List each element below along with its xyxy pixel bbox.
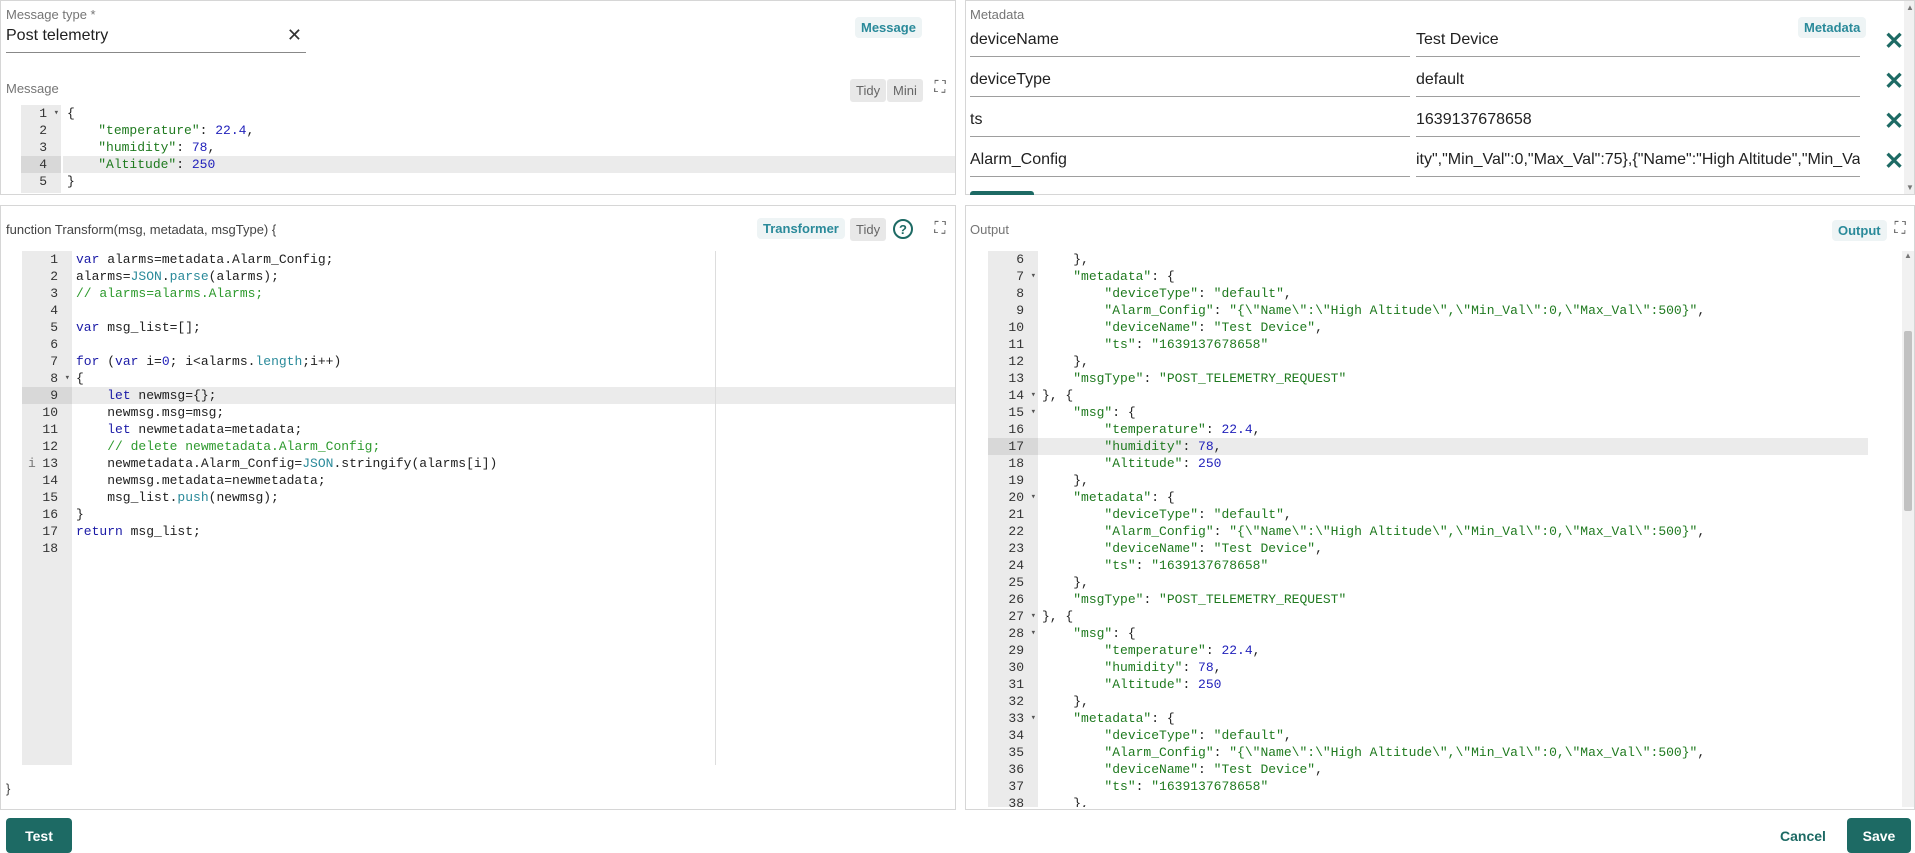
message-editor[interactable]: { "temperature": 22.4, "humidity": 78, "… (63, 105, 955, 193)
add-entry-button-edge[interactable] (970, 191, 1034, 195)
fullscreen-icon[interactable]: ⛶ (1887, 216, 1913, 242)
message-type-label: Message type * (6, 7, 96, 22)
output-chip: Output (1832, 220, 1887, 241)
transformer-editor[interactable]: var alarms=metadata.Alarm_Config; alarms… (72, 251, 955, 765)
mini-message-button[interactable]: Mini (887, 79, 923, 102)
metadata-value-field[interactable]: ity","Min_Val":0,"Max_Val":75},{"Name":"… (1416, 145, 1860, 177)
help-circle-icon[interactable]: ? (890, 216, 916, 242)
metadata-scrollbar[interactable]: ▲ ▼ (1904, 1, 1914, 194)
message-chip: Message (855, 17, 922, 38)
metadata-value-field[interactable]: Test Device (1416, 25, 1860, 57)
remove-row-close-icon[interactable]: ✕ (1884, 27, 1904, 56)
tidy-message-button[interactable]: Tidy (850, 79, 887, 102)
output-label: Output (970, 222, 1010, 237)
fullscreen-icon[interactable]: ⛶ (927, 216, 953, 242)
fullscreen-icon[interactable]: ⛶ (927, 75, 953, 101)
test-button[interactable]: Test (6, 818, 72, 853)
metadata-value-field[interactable]: 1639137678658 (1416, 105, 1860, 137)
function-header: function Transform(msg, metadata, msgTyp… (6, 222, 277, 237)
remove-row-close-icon[interactable]: ✕ (1884, 147, 1904, 176)
scrollbar-thumb[interactable] (1904, 331, 1912, 511)
metadata-key-field[interactable]: deviceName (970, 25, 1410, 57)
function-footer: } (6, 781, 11, 796)
remove-row-close-icon[interactable]: ✕ (1884, 67, 1904, 96)
metadata-key-field[interactable]: deviceType (970, 65, 1410, 97)
save-button[interactable]: Save (1847, 818, 1911, 853)
tidy-transformer-button[interactable]: Tidy (850, 218, 887, 241)
remove-row-close-icon[interactable]: ✕ (1884, 107, 1904, 136)
metadata-key-field[interactable]: Alarm_Config (970, 145, 1410, 177)
message-gutter: 1 ▾ 2345 (21, 105, 61, 193)
metadata-panel: Metadata Metadata deviceName Test Device… (965, 0, 1915, 195)
metadata-label: Metadata (970, 7, 1025, 22)
metadata-value-field[interactable]: default (1416, 65, 1860, 97)
transformer-panel: function Transform(msg, metadata, msgTyp… (0, 205, 956, 810)
close-icon[interactable]: ✕ (287, 25, 302, 46)
output-panel: Output Output ⛶ 6 7 ▾ 8 9 10 11 12 13 14 ▾ 15 ▾ 16 1… (965, 205, 1915, 810)
message-type-field[interactable]: Post telemetry ✕ (6, 23, 306, 53)
transformer-chip: Transformer (757, 218, 845, 239)
output-gutter: 6 7 ▾ 8 9 10 11 12 13 14 ▾ 15 ▾ 16 17 18 19 20 ▾ 21 22 23 2… (988, 251, 1038, 807)
message-panel: Message type * Post telemetry ✕ Message … (0, 0, 956, 195)
output-editor[interactable]: }, "metadata": { "deviceType": "default"… (1038, 251, 1868, 807)
message-label: Message (6, 81, 59, 96)
metadata-key-field[interactable]: ts (970, 105, 1410, 137)
transformer-gutter: 12345 6 7 8 ▾ 9 10 11 12 i 13 14 15 16 17 18 (22, 251, 72, 765)
output-scrollbar[interactable]: ▲ (1902, 251, 1914, 807)
cancel-button[interactable]: Cancel (1770, 818, 1836, 853)
print-margin (715, 251, 716, 765)
message-type-value: Post telemetry (6, 27, 109, 44)
